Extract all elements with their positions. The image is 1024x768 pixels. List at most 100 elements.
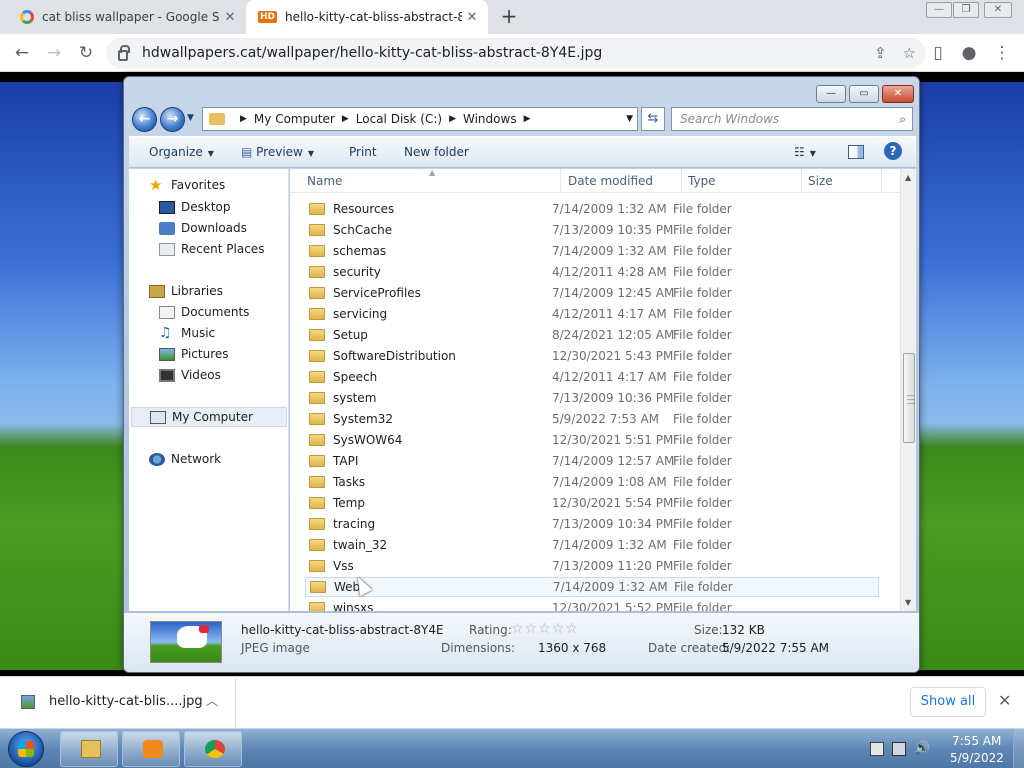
explorer-minimize-button[interactable]: — [816, 85, 846, 103]
clock-time[interactable]: 7:55 AM [952, 734, 1001, 748]
volume-icon[interactable]: 🔊 [914, 742, 930, 756]
column-date-modified[interactable]: Date modified [568, 174, 653, 188]
table-row[interactable]: security 4/12/2011 4:28 AM File folder [305, 262, 879, 282]
column-divider[interactable] [881, 169, 882, 193]
chevron-right-icon[interactable]: ▶ [524, 114, 531, 124]
explorer-close-button[interactable]: ✕ [882, 85, 914, 103]
nav-item-recent-places[interactable]: Recent Places [159, 239, 264, 259]
tab-wallpaper[interactable]: HD hello-kitty-cat-bliss-abstract-8Y4 ✕ [246, 0, 488, 34]
chevron-right-icon[interactable]: ▶ [342, 114, 349, 124]
preview-button[interactable]: ▤ Preview ▼ [241, 145, 314, 159]
table-row[interactable]: system 7/13/2009 10:36 PM File folder [305, 388, 879, 408]
chevron-up-icon[interactable]: ︿ [206, 692, 218, 709]
table-row[interactable]: Setup 8/24/2021 12:05 AM File folder [305, 325, 879, 345]
explorer-maximize-button[interactable]: ▭ [849, 85, 879, 103]
close-icon[interactable]: ✕ [998, 691, 1011, 710]
preview-pane-icon[interactable] [848, 145, 864, 159]
chevron-right-icon[interactable]: ▶ [449, 114, 456, 124]
nav-item-pictures[interactable]: Pictures [159, 344, 229, 364]
close-window-button[interactable]: ✕ [984, 2, 1012, 18]
search-input[interactable]: Search Windows ⌕ [671, 107, 913, 131]
scroll-up-icon[interactable]: ▲ [905, 173, 911, 182]
scroll-down-icon[interactable]: ▼ [905, 598, 911, 607]
show-all-button[interactable]: Show all [910, 687, 986, 717]
nav-item-network[interactable]: Network [149, 449, 221, 469]
help-icon[interactable]: ? [884, 142, 902, 160]
table-row[interactable]: Resources 7/14/2009 1:32 AM File folder [305, 199, 879, 219]
table-row[interactable]: Tasks 7/14/2009 1:08 AM File folder [305, 472, 879, 492]
breadcrumb-windows[interactable]: Windows [463, 112, 517, 126]
nav-item-my-computer[interactable]: My Computer [131, 407, 287, 427]
forward-arrow-icon[interactable]: → [160, 107, 185, 132]
recent-pages-chevron-icon[interactable]: ▼ [187, 113, 194, 123]
search-icon[interactable]: ⌕ [899, 112, 906, 127]
table-row[interactable]: winsxs 12/30/2021 5:52 PM File folder [305, 598, 879, 611]
breadcrumb-local-disk[interactable]: Local Disk (C:) [356, 112, 442, 126]
bookmark-star-icon[interactable]: ☆ [903, 44, 916, 62]
side-panel-icon[interactable]: ▯ [926, 41, 950, 65]
download-item[interactable]: hello-kitty-cat-blis....jpg [49, 694, 203, 709]
column-type[interactable]: Type [688, 174, 716, 188]
scrollbar-thumb[interactable]: ― ― ― [903, 353, 915, 443]
nav-item-libraries[interactable]: Libraries [149, 281, 223, 301]
table-row[interactable]: schemas 7/14/2009 1:32 AM File folder [305, 241, 879, 261]
reload-icon[interactable]: ↻ [74, 41, 98, 65]
column-divider[interactable] [681, 169, 682, 193]
table-row[interactable]: Temp 12/30/2021 5:54 PM File folder [305, 493, 879, 513]
organize-button[interactable]: Organize ▼ [149, 145, 214, 159]
network-icon[interactable] [892, 742, 906, 756]
share-icon[interactable]: ⇪ [874, 44, 887, 62]
column-size[interactable]: Size [808, 174, 833, 188]
back-arrow-icon[interactable]: ← [10, 41, 34, 65]
column-divider[interactable] [801, 169, 802, 193]
rating-stars[interactable]: ☆☆☆☆☆ [511, 621, 579, 637]
show-desktop-button[interactable] [1013, 729, 1024, 768]
table-row[interactable]: SoftwareDistribution 12/30/2021 5:43 PM Fi… [305, 346, 879, 366]
table-row[interactable]: System32 5/9/2022 7:53 AM File folder [305, 409, 879, 429]
taskbar-chrome[interactable] [184, 731, 242, 767]
refresh-icon[interactable]: ⇆ [641, 107, 665, 131]
new-tab-button[interactable]: + [498, 6, 520, 28]
table-row[interactable]: Vss 7/13/2009 11:20 PM File folder [305, 556, 879, 576]
address-bar[interactable]: hdwallpapers.cat/wallpaper/hello-kitty-c… [106, 38, 926, 68]
action-center-flag-icon[interactable] [870, 742, 884, 756]
table-row[interactable]: SysWOW64 12/30/2021 5:51 PM File folder [305, 430, 879, 450]
profile-avatar-icon[interactable]: ● [957, 41, 981, 65]
table-row[interactable]: servicing 4/12/2011 4:17 AM File folder [305, 304, 879, 324]
nav-item-desktop[interactable]: Desktop [159, 197, 231, 217]
close-tab-icon[interactable]: ✕ [462, 10, 482, 25]
explorer-address-bar[interactable]: ▶ My Computer ▶ Local Disk (C:) ▶ Window… [202, 107, 638, 131]
nav-item-downloads[interactable]: Downloads [159, 218, 247, 238]
table-row[interactable]: ServiceProfiles 7/14/2009 12:45 AM File fo… [305, 283, 879, 303]
clock-date[interactable]: 5/9/2022 [950, 751, 1004, 765]
column-divider[interactable] [560, 169, 561, 193]
new-folder-button[interactable]: New folder [404, 145, 469, 159]
taskbar-media-player[interactable] [122, 731, 180, 767]
table-row[interactable]: TAPI 7/14/2009 12:57 AM File folder [305, 451, 879, 471]
nav-item-favorites[interactable]: ★ Favorites [149, 175, 225, 195]
breadcrumb-my-computer[interactable]: My Computer [254, 112, 335, 126]
nav-item-videos[interactable]: Videos [159, 365, 221, 385]
start-button[interactable] [8, 731, 44, 767]
chevron-down-icon[interactable]: ▼ [626, 114, 633, 124]
close-tab-icon[interactable]: ✕ [220, 10, 240, 25]
minimize-button[interactable]: — [926, 2, 952, 18]
table-row[interactable]: Speech 4/12/2011 4:17 AM File folder [305, 367, 879, 387]
back-arrow-icon[interactable]: ← [132, 107, 157, 132]
restore-button[interactable]: ❐ [953, 2, 979, 18]
chevron-right-icon[interactable]: ▶ [240, 114, 247, 124]
forward-arrow-icon[interactable]: → [42, 41, 66, 65]
tab-google-search[interactable]: cat bliss wallpaper - Google Sear ✕ [8, 0, 246, 34]
nav-item-documents[interactable]: Documents [159, 302, 249, 322]
views-button[interactable]: ☷ ▼ [794, 145, 816, 159]
table-row[interactable]: tracing 7/13/2009 10:34 PM File folder [305, 514, 879, 534]
menu-dots-icon[interactable]: ⋮ [990, 41, 1014, 65]
table-row[interactable]: twain_32 7/14/2009 1:32 AM File folder [305, 535, 879, 555]
table-row[interactable]: SchCache 7/13/2009 10:35 PM File folder [305, 220, 879, 240]
table-row[interactable]: Web 7/14/2009 1:32 AM File folder [305, 577, 879, 597]
nav-item-music[interactable]: ♫ Music [159, 323, 215, 343]
column-name[interactable]: Name [307, 174, 342, 188]
taskbar-explorer[interactable] [60, 731, 118, 767]
print-button[interactable]: Print [349, 145, 377, 159]
vertical-scrollbar[interactable]: ▲ ― ― ― ▼ [900, 169, 916, 611]
